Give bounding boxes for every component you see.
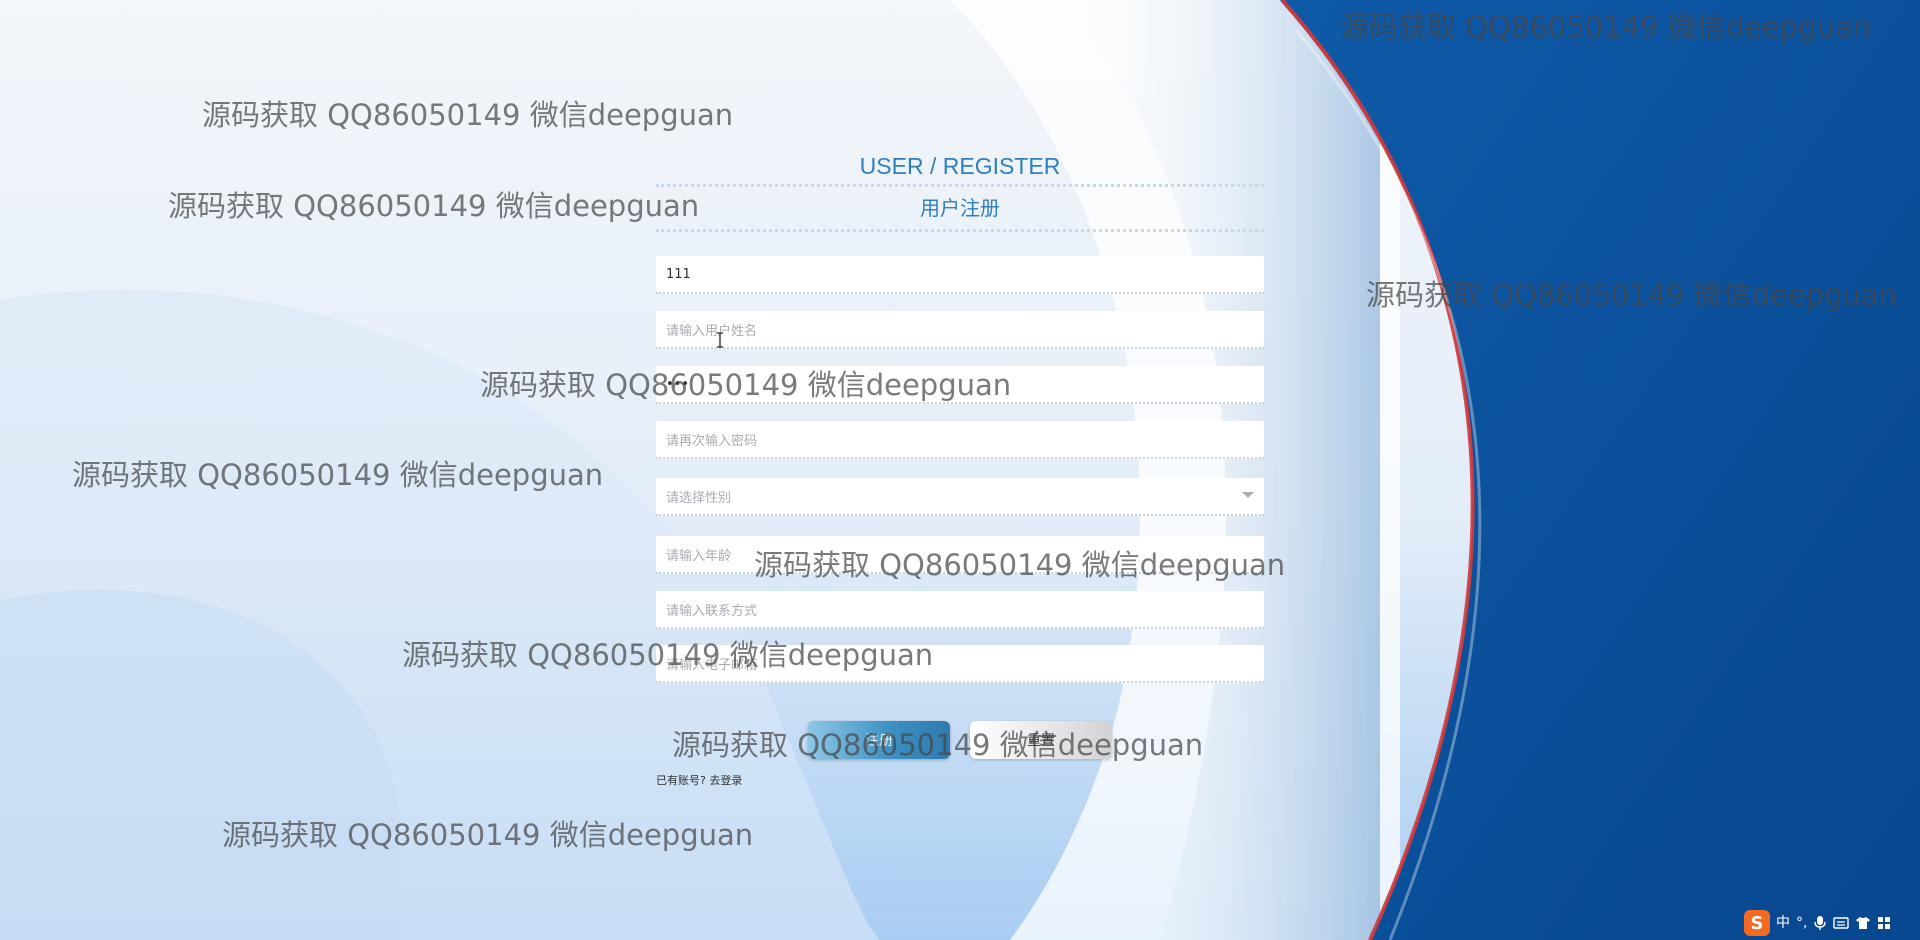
name-input[interactable]: 请输入用户姓名 — [656, 311, 1264, 349]
form-title: USER / REGISTER — [656, 148, 1264, 187]
register-form: USER / REGISTER 用户注册 111 请输入用户姓名 ••• 请再次… — [656, 148, 1264, 787]
confirm-password-placeholder: 请再次输入密码 — [666, 433, 758, 449]
phone-input[interactable]: 请输入联系方式 — [656, 591, 1264, 629]
shirt-icon[interactable] — [1855, 916, 1871, 930]
register-button[interactable]: 注册 — [808, 721, 950, 759]
username-input[interactable]: 111 — [656, 256, 1264, 294]
username-value: 111 — [666, 266, 691, 282]
background-artwork — [0, 0, 1920, 940]
gender-placeholder: 请选择性别 — [666, 490, 732, 506]
page: USER / REGISTER 用户注册 111 请输入用户姓名 ••• 请再次… — [0, 0, 1920, 940]
sogou-logo-icon[interactable]: S — [1744, 910, 1770, 936]
mic-icon[interactable] — [1813, 915, 1827, 931]
login-prompt: 已有账号? — [656, 774, 706, 787]
password-input[interactable]: ••• — [656, 366, 1264, 404]
chevron-down-icon[interactable] — [1242, 492, 1254, 498]
punctuation-toggle[interactable]: °, — [1796, 908, 1807, 938]
text-cursor-icon — [717, 332, 723, 348]
email-placeholder: 请输入电子邮箱 — [666, 657, 758, 673]
keyboard-icon[interactable] — [1833, 916, 1850, 930]
age-input[interactable]: 请输入年龄 — [656, 536, 1264, 574]
confirm-password-input[interactable]: 请再次输入密码 — [656, 421, 1264, 459]
age-placeholder: 请输入年龄 — [666, 548, 732, 564]
form-subtitle: 用户注册 — [656, 187, 1264, 232]
ime-toolbar: S 中 °, — [1744, 908, 1920, 938]
phone-placeholder: 请输入联系方式 — [666, 603, 758, 619]
reset-button[interactable]: 重置 — [970, 721, 1112, 759]
login-prompt-row: 已有账号? 去登录 — [656, 772, 742, 788]
email-input[interactable]: 请输入电子邮箱 — [656, 645, 1264, 683]
grid-icon[interactable] — [1877, 916, 1891, 930]
gender-select[interactable]: 请选择性别 — [656, 478, 1264, 516]
name-placeholder: 请输入用户姓名 — [666, 323, 758, 339]
login-link[interactable]: 去登录 — [709, 774, 742, 787]
ime-mode-toggle[interactable]: 中 — [1776, 908, 1790, 938]
password-value: ••• — [666, 376, 690, 392]
